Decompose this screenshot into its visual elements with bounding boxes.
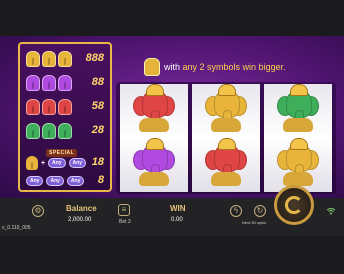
banner-highlight: any 2 symbols win bigger. [182, 62, 286, 72]
symbol-part [290, 138, 308, 150]
payout-value: 888 [85, 52, 104, 64]
special-any-payout: 8 [97, 174, 104, 186]
any-badge: Any [66, 176, 85, 186]
paytable-icons [26, 51, 72, 67]
bet-label[interactable]: Bet 3 [119, 219, 131, 225]
symbol-part [146, 84, 164, 96]
reel-1 [120, 84, 188, 192]
paytable-icons [26, 123, 72, 139]
special-row-any: Any Any Any [26, 174, 85, 188]
any-badge: Any [26, 176, 44, 186]
special-gold-payout: 18 [91, 156, 104, 168]
paytable-row [26, 74, 72, 92]
payout-value: 28 [91, 124, 104, 136]
gold-ganesha-icon [58, 51, 72, 67]
paytable: 888 88 58 28 SPECIAL + Any Any 18 Any An… [18, 42, 112, 192]
red-ganesha-icon [42, 99, 56, 115]
paytable-row [26, 122, 72, 140]
gold-ganesha-icon [144, 58, 160, 76]
any-badge: Any [68, 158, 86, 168]
balance-label: Balance [66, 204, 97, 213]
settings-gear-icon[interactable]: ⚙ [32, 205, 44, 217]
wifi-icon [326, 208, 336, 215]
win-banner: with any 2 symbols win bigger. [144, 58, 286, 76]
green-ganesha-icon [277, 84, 319, 134]
turbo-lightning-icon[interactable]: ϟ [230, 205, 242, 217]
paytable-icons [26, 99, 72, 115]
plus-sign: + [41, 159, 46, 167]
bottom-bar [0, 236, 344, 274]
symbol-part [283, 118, 313, 132]
purple-ganesha-icon [26, 75, 40, 91]
reel-cell [264, 84, 332, 138]
payout-value: 88 [91, 76, 104, 88]
banner-text: with any 2 symbols win bigger. [164, 62, 286, 72]
reel-cell [120, 84, 188, 138]
symbol-part [283, 172, 313, 186]
gold-ganesha-icon [277, 138, 319, 188]
red-ganesha-icon [58, 99, 72, 115]
symbol-part [139, 118, 169, 132]
purple-ganesha-icon [42, 75, 56, 91]
any-badge: Any [48, 158, 66, 168]
special-row-gold: + Any Any [26, 156, 86, 170]
symbol-part [218, 84, 236, 96]
symbol-part [218, 138, 236, 150]
paytable-row [26, 98, 72, 116]
bet-stack-icon[interactable]: ≡ [118, 204, 130, 216]
red-ganesha-icon [133, 84, 175, 134]
purple-ganesha-icon [58, 75, 72, 91]
reel-cell [120, 138, 188, 192]
win-label: WIN [170, 204, 186, 213]
gold-ganesha-icon [26, 156, 38, 170]
reel-cell [264, 138, 332, 192]
reel-cell [192, 84, 260, 138]
win-value: 0.00 [171, 217, 183, 223]
paytable-icons [26, 75, 72, 91]
red-ganesha-icon [26, 99, 40, 115]
green-ganesha-icon [26, 123, 40, 139]
spin-arrow-icon [285, 196, 303, 214]
reel-cell [192, 138, 260, 192]
reels-frame [116, 82, 336, 194]
green-ganesha-icon [58, 123, 72, 139]
banner-prefix: with [164, 62, 181, 72]
symbol-part [211, 172, 241, 186]
payout-value: 58 [91, 100, 104, 112]
autoplay-icon[interactable]: ↻ [254, 205, 266, 217]
symbol-part [211, 118, 241, 132]
gold-ganesha-icon [205, 84, 247, 134]
purple-ganesha-icon [133, 138, 175, 188]
reel-2 [192, 84, 260, 192]
gold-ganesha-icon [42, 51, 56, 67]
paytable-row [26, 50, 72, 68]
symbol-part [139, 172, 169, 186]
top-bar [0, 0, 344, 36]
any-badge: Any [46, 176, 64, 186]
red-ganesha-icon [205, 138, 247, 188]
next-auto-label: Next 50 spins [242, 220, 267, 225]
symbol-part [146, 138, 164, 150]
gold-ganesha-icon [26, 51, 40, 67]
green-ganesha-icon [42, 123, 56, 139]
version-label: v_0.110_005 [2, 225, 31, 231]
reel-3 [264, 84, 332, 192]
game-area: 888 88 58 28 SPECIAL + Any Any 18 Any An… [0, 36, 344, 198]
spin-button[interactable] [274, 185, 314, 225]
symbol-part [290, 84, 308, 96]
balance-value: 2,000.00 [68, 217, 92, 223]
